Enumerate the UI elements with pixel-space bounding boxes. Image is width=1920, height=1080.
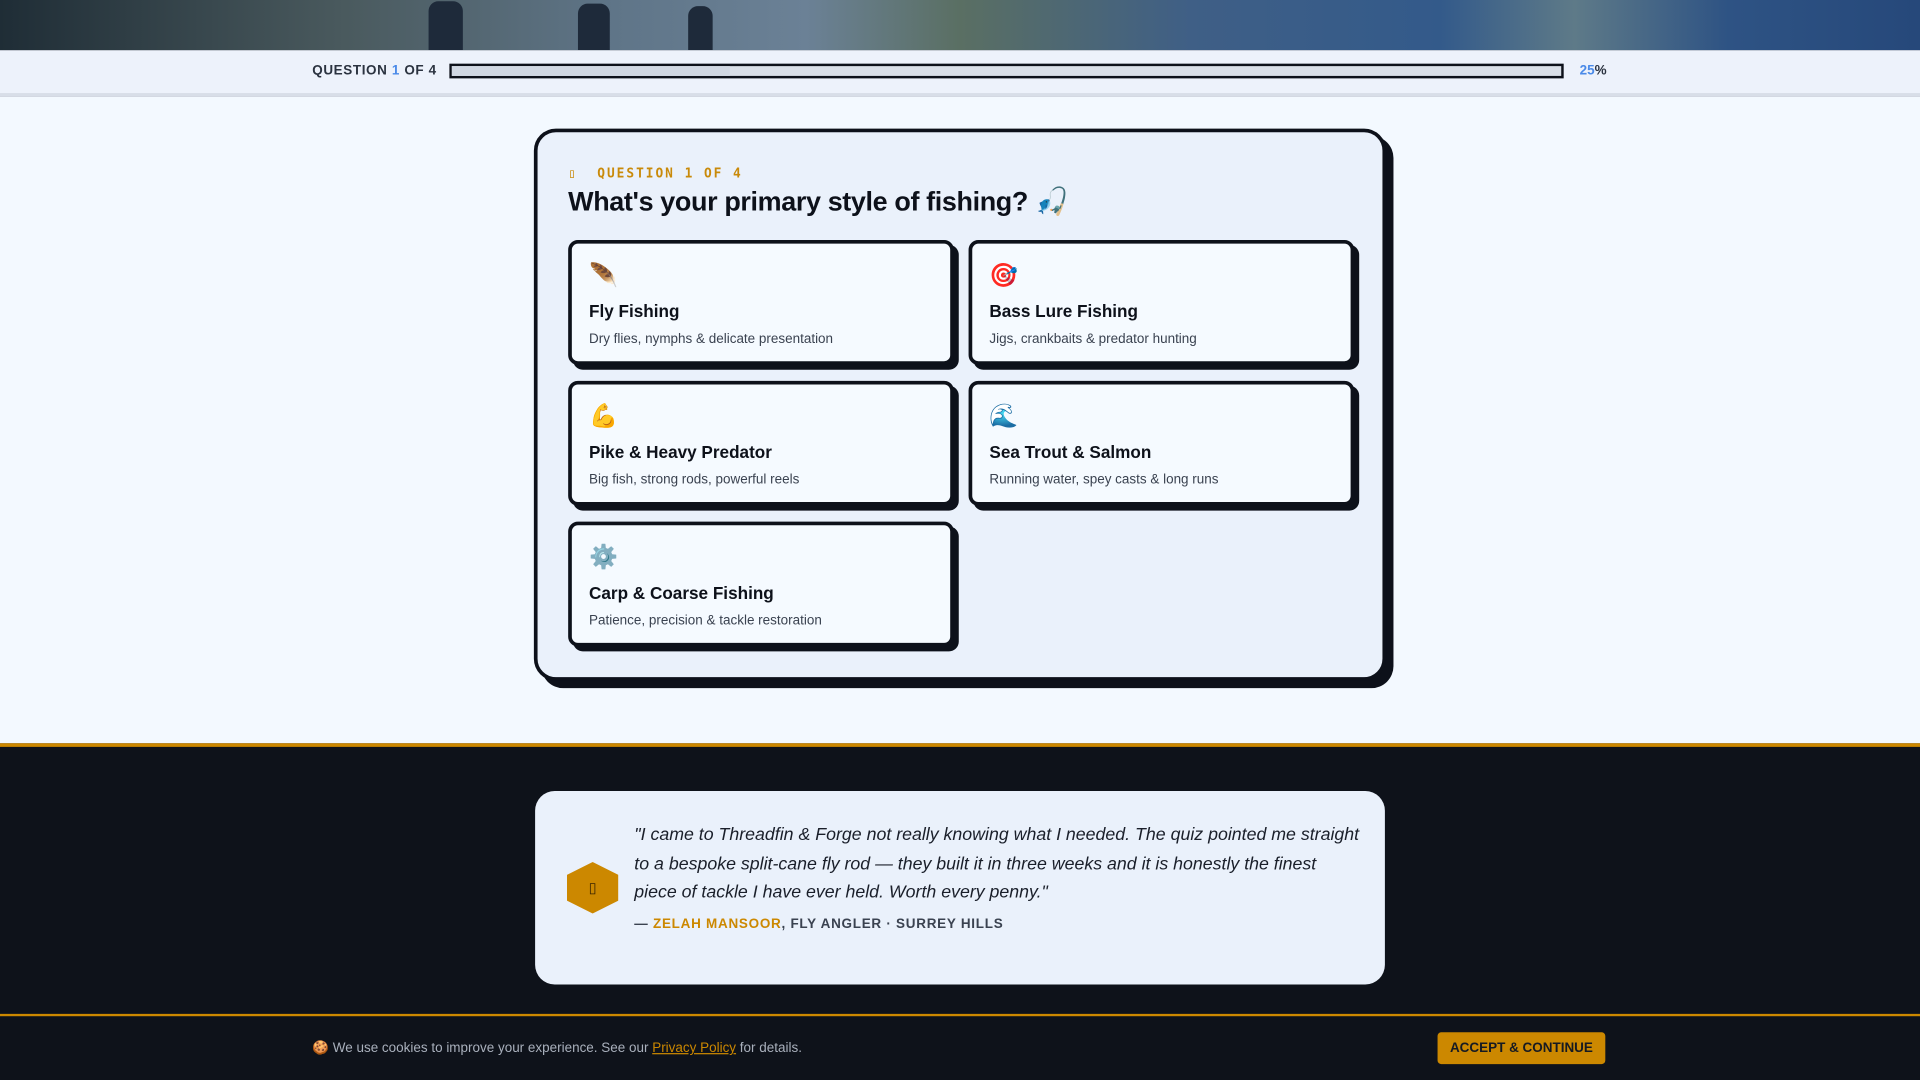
hero-image: [0, 0, 1920, 51]
progress-bar: [449, 63, 1564, 79]
page: QUESTION 1 OF 4 25% ▯ QUESTION 1 OF 4 Wh…: [0, 0, 1920, 1080]
testimonial-card: ▯ "I came to Threadfin & Forge not reall…: [535, 791, 1385, 985]
option-name: Bass Lure Fishing: [989, 301, 1138, 321]
flexed-arm-icon: 💪: [588, 404, 618, 430]
feather-icon: 🪶: [588, 263, 618, 289]
option-description: Dry flies, nymphs & delicate presentatio…: [588, 331, 834, 347]
question-eyebrow: ▯ QUESTION 1 OF 4: [568, 166, 743, 182]
accept-cookies-button[interactable]: ACCEPT & CONTINUE: [1437, 1032, 1606, 1065]
cookie-banner: 🍪 We use cookies to improve your experie…: [0, 1016, 1920, 1080]
option-card[interactable]: ⚙️ Carp & Coarse Fishing Patience, precisi…: [568, 521, 954, 647]
option-card[interactable]: 🎯 Bass Lure Fishing Jigs, crankbaits & pre…: [968, 240, 1355, 365]
question-title: What's your primary style of fishing? 🎣: [568, 186, 1069, 217]
option-card[interactable]: 🪶 Fly Fishing Dry flies, nymphs & delicate…: [568, 240, 954, 365]
gear-icon: ⚙️: [588, 544, 618, 571]
question-card: ▯ QUESTION 1 OF 4 What's your primary st…: [533, 128, 1387, 681]
option-name: Pike & Heavy Predator: [588, 442, 772, 462]
option-description: Running water, spey casts & long runs: [989, 472, 1219, 488]
quiz-section: ▯ QUESTION 1 OF 4 What's your primary st…: [0, 96, 1920, 744]
option-card[interactable]: 💪 Pike & Heavy Predator Big fish, strong r…: [568, 380, 954, 506]
cookie-text: 🍪 We use cookies to improve your experie…: [312, 1040, 802, 1056]
progress-percent: 25%: [1579, 63, 1607, 79]
testimonial-quote: "I came to Threadfin & Forge not really …: [634, 825, 1360, 903]
target-icon: 🎯: [989, 263, 1019, 289]
privacy-policy-link[interactable]: Privacy Policy: [652, 1041, 736, 1056]
progress-label: QUESTION 1 OF 4: [312, 63, 437, 79]
progress-header: QUESTION 1 OF 4 25%: [0, 50, 1920, 97]
cookie-icon: 🍪: [312, 1040, 330, 1056]
option-name: Sea Trout & Salmon: [989, 442, 1152, 462]
eyebrow-icon: ▯: [568, 166, 578, 182]
option-name: Carp & Coarse Fishing: [588, 582, 774, 603]
hexagon-badge-icon: ▯: [566, 862, 619, 914]
testimonial-section: ▯ "I came to Threadfin & Forge not reall…: [0, 746, 1920, 1014]
option-name: Fly Fishing: [588, 301, 680, 321]
option-description: Big fish, strong rods, powerful reels: [588, 472, 800, 488]
option-description: Jigs, crankbaits & predator hunting: [989, 331, 1197, 347]
wave-icon: 🌊: [989, 404, 1019, 430]
option-card[interactable]: 🌊 Sea Trout & Salmon Running water, spey c…: [968, 380, 1355, 506]
testimonial-author: — ZELAH MANSOOR, FLY ANGLER · SURREY HIL…: [634, 917, 1004, 932]
progress-fill: [451, 66, 730, 76]
option-description: Patience, precision & tackle restoration: [588, 613, 822, 629]
